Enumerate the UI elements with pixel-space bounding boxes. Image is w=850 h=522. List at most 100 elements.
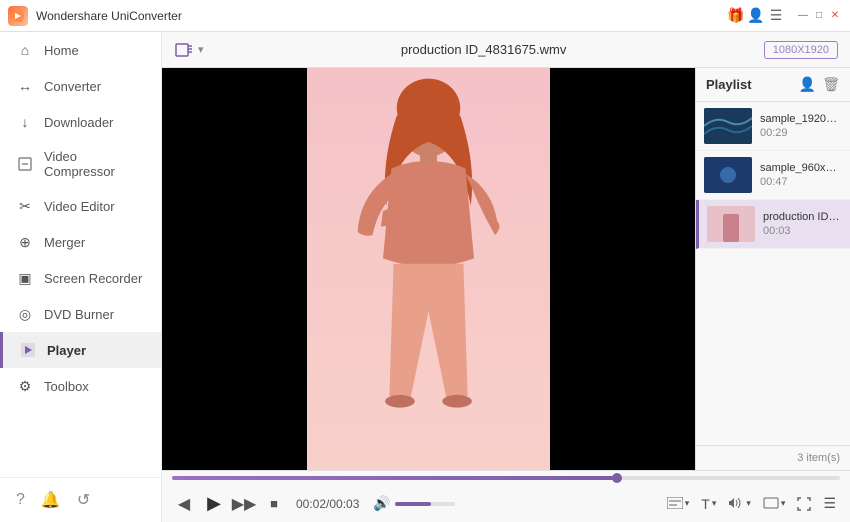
- player-playlist: Playlist 👤 🗑: [162, 68, 850, 470]
- progress-fill: [172, 476, 617, 480]
- window-controls: — □ ✕: [796, 9, 842, 23]
- titlebar-left: Wondershare UniConverter: [8, 6, 182, 26]
- playlist-name-2: production ID_4...: [763, 211, 842, 223]
- right-controls: ▾ T ▾ ▾: [663, 493, 840, 514]
- sidebar-item-editor-label: Video Editor: [44, 199, 115, 214]
- sidebar-item-home-label: Home: [44, 43, 79, 58]
- sidebar-item-converter-label: Converter: [44, 79, 101, 94]
- playlist-footer: 3 item(s): [696, 445, 850, 470]
- video-right-letterbox: [550, 68, 695, 470]
- subtitle-dropdown: ▾: [685, 498, 690, 509]
- progress-container[interactable]: [162, 471, 850, 485]
- sidebar-item-video-editor[interactable]: ✂ Video Editor: [0, 188, 161, 224]
- video-area[interactable]: [162, 68, 695, 470]
- playlist-duration-1: 00:47: [760, 176, 842, 188]
- sidebar-item-merger-label: Merger: [44, 235, 85, 250]
- sidebar-item-dvd-burner[interactable]: ◎ DVD Burner: [0, 296, 161, 332]
- burner-icon: ◎: [16, 305, 34, 323]
- playlist-duration-0: 00:29: [760, 127, 842, 139]
- sidebar-item-screen-recorder[interactable]: ▣ Screen Recorder: [0, 260, 161, 296]
- text-icon: T: [701, 496, 710, 512]
- add-dropdown-arrow: ▾: [198, 43, 204, 56]
- sidebar-item-converter[interactable]: ↔ Converter: [0, 68, 161, 104]
- add-file-button[interactable]: ▾: [174, 40, 204, 60]
- playlist-item-2[interactable]: production ID_4... 00:03: [696, 200, 850, 249]
- sidebar-item-compressor-label: Video Compressor: [44, 149, 145, 179]
- merger-icon: ⊕: [16, 233, 34, 251]
- playlist-info-1: sample_960x400... 00:47: [760, 162, 842, 188]
- text-button[interactable]: T ▾: [697, 494, 720, 514]
- next-button[interactable]: ▶▶: [232, 492, 256, 516]
- playlist-panel: Playlist 👤 🗑: [695, 68, 850, 470]
- playback-bar: ◀ ▶ ▶▶ ■ 00:02/00:03 🔊: [162, 470, 850, 522]
- sidebar-item-player-label: Player: [47, 343, 86, 358]
- time-display: 00:02/00:03: [296, 497, 359, 511]
- minimize-button[interactable]: —: [796, 9, 810, 23]
- toolbox-icon: ⚙: [16, 377, 34, 395]
- settings-icon[interactable]: ☰: [768, 8, 784, 24]
- volume-slider[interactable]: [395, 502, 455, 506]
- app-logo: [8, 6, 28, 26]
- video-display: [162, 68, 695, 470]
- sidebar-item-toolbox[interactable]: ⚙ Toolbox: [0, 368, 161, 404]
- editor-icon: ✂: [16, 197, 34, 215]
- stop-button[interactable]: ■: [262, 492, 286, 516]
- playlist-count: 3 item(s): [797, 452, 840, 464]
- prev-button[interactable]: ◀: [172, 492, 196, 516]
- playlist-title: Playlist: [706, 77, 752, 92]
- player-header: ▾ production ID_4831675.wmv 1080X1920: [162, 32, 850, 68]
- sidebar-item-merger[interactable]: ⊕ Merger: [0, 224, 161, 260]
- video-center: [307, 68, 550, 470]
- subtitle-button[interactable]: ▾: [663, 494, 694, 514]
- maximize-button[interactable]: □: [812, 9, 826, 23]
- text-dropdown: ▾: [712, 498, 717, 509]
- playlist-items: sample_1920x10... 00:29: [696, 102, 850, 445]
- video-left-letterbox: [162, 68, 307, 470]
- progress-track[interactable]: [172, 476, 840, 480]
- recorder-icon: ▣: [16, 269, 34, 287]
- audio-button[interactable]: ▾: [724, 494, 755, 514]
- play-button[interactable]: ▶: [202, 492, 226, 516]
- screen-button[interactable]: ▾: [759, 494, 790, 514]
- close-button[interactable]: ✕: [828, 9, 842, 23]
- fullscreen-button[interactable]: [793, 495, 815, 513]
- person-icon[interactable]: 👤: [748, 8, 764, 24]
- sidebar-item-burner-label: DVD Burner: [44, 307, 114, 322]
- resolution-badge: 1080X1920: [764, 41, 838, 59]
- sidebar-item-player[interactable]: Player: [0, 332, 161, 368]
- player-icon: [19, 341, 37, 359]
- sidebar-item-downloader-label: Downloader: [44, 115, 113, 130]
- notification-icon[interactable]: 🔔: [41, 490, 61, 510]
- volume-icon[interactable]: 🔊: [373, 495, 390, 512]
- playlist-thumb-0: [704, 108, 752, 144]
- screen-dropdown: ▾: [781, 498, 786, 509]
- playlist-menu-button[interactable]: ☰: [819, 493, 840, 514]
- refresh-icon[interactable]: ↺: [77, 490, 90, 510]
- sidebar-item-toolbox-label: Toolbox: [44, 379, 89, 394]
- titlebar-title: Wondershare UniConverter: [36, 9, 182, 23]
- sidebar-item-home[interactable]: ⌂ Home: [0, 32, 161, 68]
- playlist-info-2: production ID_4... 00:03: [763, 211, 842, 237]
- playlist-item-0[interactable]: sample_1920x10... 00:29: [696, 102, 850, 151]
- playlist-thumb-1: [704, 157, 752, 193]
- compressor-icon: [16, 155, 34, 173]
- sidebar-item-downloader[interactable]: ↓ Downloader: [0, 104, 161, 140]
- playlist-person-icon[interactable]: 👤: [799, 76, 816, 93]
- titlebar: Wondershare UniConverter 🎁 👤 ☰ — □ ✕: [0, 0, 850, 32]
- audio-dropdown: ▾: [746, 498, 751, 509]
- progress-thumb: [612, 473, 622, 483]
- playlist-info-0: sample_1920x10... 00:29: [760, 113, 842, 139]
- sidebar-item-video-compressor[interactable]: Video Compressor: [0, 140, 161, 188]
- playlist-actions: 👤 🗑: [799, 76, 840, 93]
- player-filename: production ID_4831675.wmv: [214, 42, 754, 57]
- subtitle-icon: [667, 496, 683, 512]
- sidebar-item-recorder-label: Screen Recorder: [44, 271, 142, 286]
- volume-section: 🔊: [373, 495, 454, 512]
- playlist-item-1[interactable]: sample_960x400... 00:47: [696, 151, 850, 200]
- playlist-delete-icon[interactable]: 🗑: [822, 76, 840, 93]
- playlist-name-1: sample_960x400...: [760, 162, 842, 174]
- playlist-header: Playlist 👤 🗑: [696, 68, 850, 102]
- help-icon[interactable]: ?: [16, 491, 25, 509]
- gift-icon[interactable]: 🎁: [728, 8, 744, 24]
- playlist-duration-2: 00:03: [763, 225, 842, 237]
